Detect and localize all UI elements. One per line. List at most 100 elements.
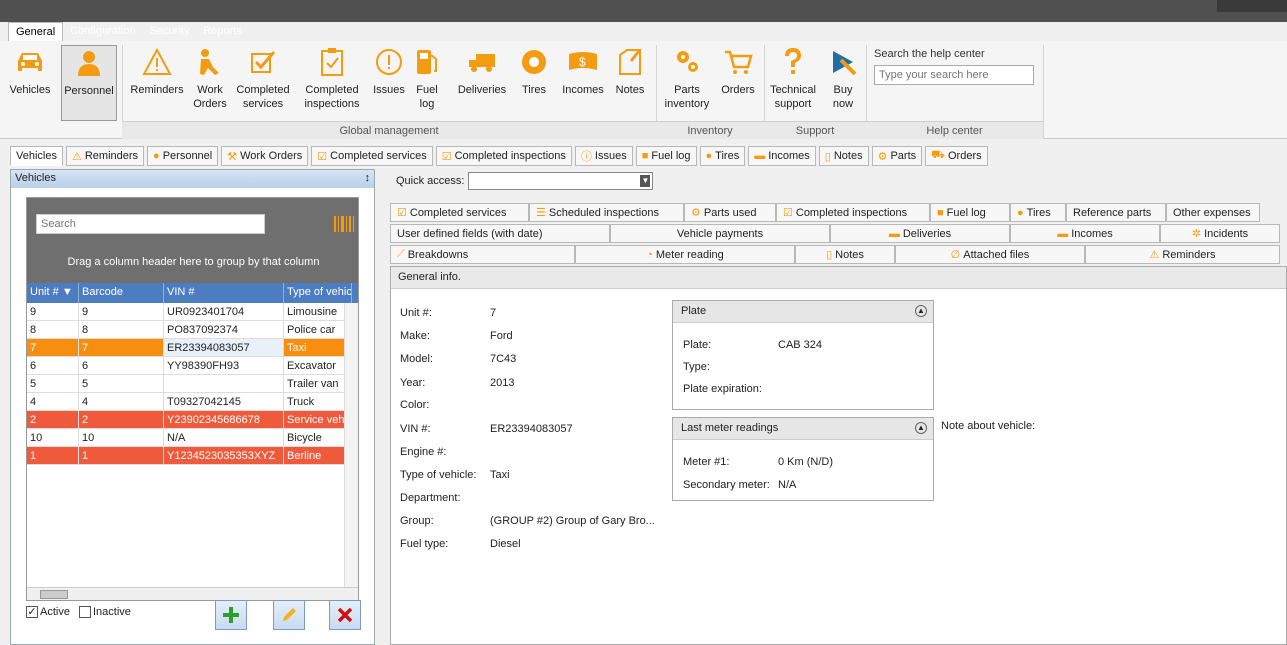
table-row[interactable]: 1 1 Y1234523035353XYZ Berline — [27, 447, 358, 465]
tab-incomes[interactable]: ▬ Incomes — [1010, 224, 1160, 243]
scrollbar-thumb[interactable] — [40, 590, 68, 599]
tab-reminders[interactable]: ⚠ Reminders — [1085, 245, 1280, 264]
chevron-down-icon: ▼ — [640, 175, 651, 187]
ribbon-completed-inspections-button[interactable]: Completed inspections — [298, 45, 366, 121]
quick-access-select[interactable]: ▼ — [468, 172, 654, 190]
tab-attached-files[interactable]: ∅ Attached files — [895, 245, 1085, 264]
group-support: Support — [764, 121, 866, 139]
ribbon-orders-button[interactable]: Orders — [718, 45, 758, 121]
table-row[interactable]: 9 9 UR0923401704 Limousine — [27, 303, 358, 321]
field-label: Model: — [400, 353, 434, 365]
tab-incidents[interactable]: ✲ Incidents — [1160, 224, 1280, 243]
ribbon-notes-button[interactable]: Notes — [613, 45, 647, 121]
doc-tab-fuel-log[interactable]: ■ Fuel log — [635, 146, 697, 166]
grid-header: Unit # ▼ Barcode VIN # Type of vehic — [27, 283, 358, 303]
column-header-unit[interactable]: Unit # ▼ — [27, 283, 79, 303]
tab-reference-parts[interactable]: Reference parts — [1066, 203, 1166, 222]
inactive-checkbox[interactable] — [79, 606, 91, 618]
checkbox-icon: ☑ — [317, 150, 328, 163]
table-row[interactable]: 8 8 PO837092374 Police car — [27, 321, 358, 339]
plate-label: Plate: — [683, 339, 712, 351]
doc-tab-vehicles[interactable]: Vehicles — [10, 146, 63, 166]
table-row[interactable]: 6 6 YY98390FH93 Excavator — [27, 357, 358, 375]
tire-icon: ● — [1017, 206, 1024, 219]
tab-vehicle-payments[interactable]: Vehicle payments — [610, 224, 830, 243]
tab-parts-used[interactable]: ⚙ Parts used — [684, 203, 776, 222]
tab-breakdowns[interactable]: ⟋ Breakdowns — [390, 245, 575, 264]
horizontal-scrollbar[interactable] — [27, 587, 358, 600]
field-value: Taxi — [490, 469, 510, 481]
column-header-type[interactable]: Type of vehic — [284, 283, 352, 303]
table-row[interactable]: 5 5 Trailer van — [27, 375, 358, 393]
tab-deliveries[interactable]: ▬ Deliveries — [830, 224, 1010, 243]
tab-other-expenses[interactable]: Other expenses — [1166, 203, 1260, 222]
doc-tab-completed-services[interactable]: ☑ Completed services — [311, 146, 433, 166]
menu-tab-configuration[interactable]: Configuration — [63, 22, 142, 42]
table-row[interactable]: 10 10 N/A Bicycle — [27, 429, 358, 447]
person-icon — [71, 46, 107, 80]
barcode-icon[interactable] — [333, 214, 355, 234]
doc-tab-notes[interactable]: ▯ Notes — [818, 146, 869, 166]
tab-scheduled-inspections[interactable]: ☰ Scheduled inspections — [529, 203, 684, 222]
add-vehicle-button[interactable] — [215, 600, 247, 630]
truck-icon — [464, 45, 500, 79]
ribbon-issues-button[interactable]: Issues — [372, 45, 406, 121]
table-row[interactable]: 2 2 Y23902345686678 Service veh. — [27, 411, 358, 429]
tab-completed-services[interactable]: ☑ Completed services — [390, 203, 529, 222]
active-checkbox[interactable]: ✓ — [26, 606, 38, 618]
doc-tab-issues[interactable]: ⓘ Issues — [574, 146, 633, 166]
doc-tab-parts[interactable]: ⚙ Parts — [871, 146, 923, 166]
money-icon: ▬ — [1057, 227, 1069, 240]
title-bar — [0, 0, 1287, 22]
collapse-icon[interactable]: ▲ — [915, 422, 927, 434]
doc-tab-orders[interactable]: ⛟ Orders — [925, 146, 988, 166]
ribbon-deliveries-button[interactable]: Deliveries — [455, 45, 509, 121]
ribbon-incomes-button[interactable]: $ Incomes — [558, 45, 608, 121]
doc-tab-incomes[interactable]: ▬ Incomes — [748, 146, 816, 166]
tab-fuel-log[interactable]: ■ Fuel log — [930, 203, 1010, 222]
ribbon-tires-button[interactable]: Tires — [518, 45, 550, 121]
ribbon-personnel-button[interactable]: Personnel — [61, 45, 117, 121]
help-search-input[interactable] — [874, 65, 1034, 85]
meter-card-header: Last meter readings ▲ — [673, 418, 933, 440]
doc-tab-completed-inspections[interactable]: ☑ Completed inspections — [435, 146, 572, 166]
pin-icon[interactable]: ↕ — [365, 172, 371, 186]
active-filter[interactable]: ✓ Active — [26, 606, 70, 618]
ribbon-fuel-log-button[interactable]: Fuel log — [411, 45, 443, 121]
grid-toolbar: Drag a column header here to group by th… — [27, 198, 358, 283]
field-label: VIN #: — [400, 423, 431, 435]
table-row-selected[interactable]: 7 7 ER23394083057 Taxi — [27, 339, 358, 357]
ribbon-buy-now-button[interactable]: Buy now — [826, 45, 860, 121]
tab-completed-inspections[interactable]: ☑ Completed inspections — [776, 203, 930, 222]
ribbon-completed-services-button[interactable]: Completed services — [236, 45, 290, 121]
column-header-barcode[interactable]: Barcode — [79, 283, 164, 303]
doc-tab-reminders[interactable]: ⚠ Reminders — [65, 146, 145, 166]
field-label: Type of vehicle: — [400, 469, 477, 481]
ribbon-work-orders-button[interactable]: Work Orders — [190, 45, 230, 121]
tab-notes[interactable]: ▯ Notes — [795, 245, 895, 264]
inactive-filter[interactable]: Inactive — [79, 606, 131, 618]
tab-meter-reading[interactable]: ◔ Meter reading — [575, 245, 795, 264]
clipboard-icon: ☑ — [441, 150, 452, 163]
delete-vehicle-button[interactable] — [329, 600, 361, 630]
doc-tab-work-orders[interactable]: ⚒ Work Orders — [221, 146, 309, 166]
ribbon-parts-inventory-button[interactable]: Parts inventory — [660, 45, 714, 121]
tab-user-defined-fields[interactable]: User defined fields (with date) — [390, 224, 610, 243]
collapse-icon[interactable]: ▲ — [915, 305, 927, 317]
edit-vehicle-button[interactable] — [273, 600, 305, 630]
menu-tab-general[interactable]: General — [8, 22, 64, 42]
table-row[interactable]: 4 4 T09327042145 Truck — [27, 393, 358, 411]
ribbon-vehicles-button[interactable]: Vehicles — [6, 45, 54, 121]
tab-tires[interactable]: ● Tires — [1010, 203, 1066, 222]
column-header-vin[interactable]: VIN # — [164, 283, 284, 303]
ribbon-technical-support-button[interactable]: Technical support — [768, 45, 818, 121]
menu-tab-reports[interactable]: Reports — [196, 22, 249, 42]
doc-tab-tires[interactable]: ● Tires — [699, 146, 746, 166]
buy-icon — [825, 45, 861, 79]
doc-tab-personnel[interactable]: ● Personnel — [147, 146, 219, 166]
menu-tab-security[interactable]: Security — [143, 22, 197, 42]
ribbon-reminders-button[interactable]: Reminders — [128, 45, 186, 121]
vertical-scrollbar[interactable] — [344, 303, 358, 589]
grid-search-input[interactable] — [36, 214, 265, 234]
window-controls[interactable] — [1217, 0, 1287, 12]
